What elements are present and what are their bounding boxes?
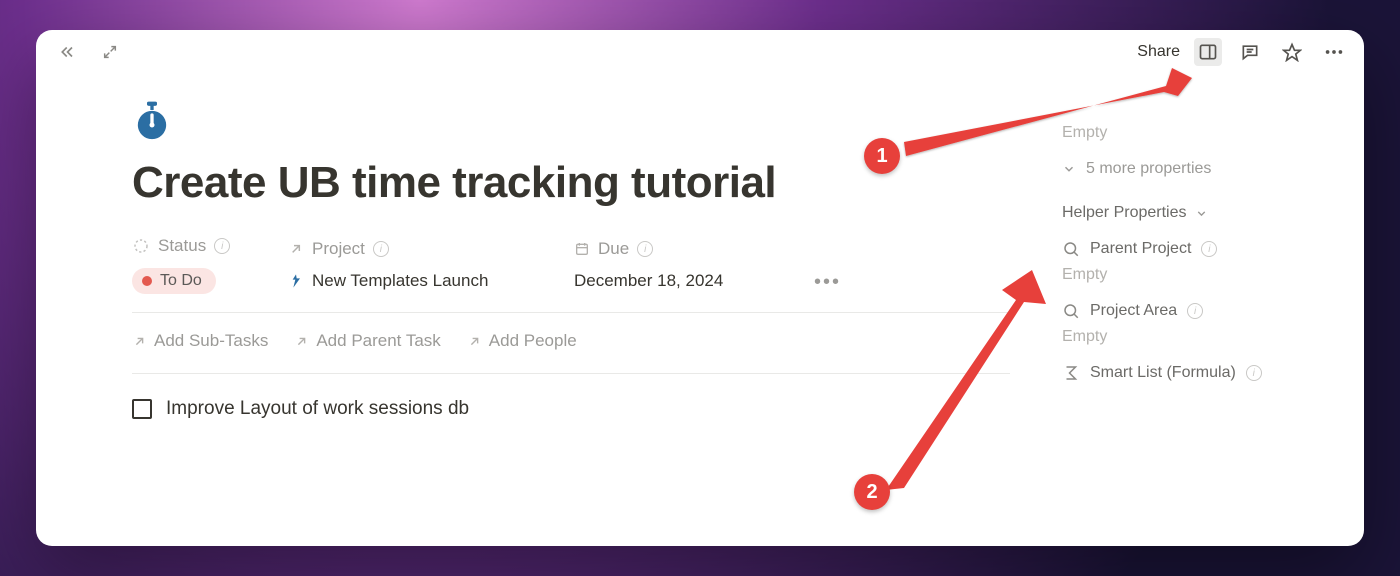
main-content: Create UB time tracking tutorial Status … bbox=[36, 74, 1062, 546]
info-icon: i bbox=[1187, 303, 1203, 319]
add-people[interactable]: Add People bbox=[467, 331, 577, 351]
info-icon: i bbox=[1201, 241, 1217, 257]
expand-diagonal-icon[interactable] bbox=[96, 38, 124, 66]
more-properties-toggle[interactable]: 5 more properties bbox=[1062, 160, 1338, 178]
project-value[interactable]: New Templates Launch bbox=[288, 271, 538, 291]
helper-properties-section[interactable]: Helper Properties bbox=[1062, 204, 1338, 222]
due-label: Due i bbox=[574, 239, 774, 259]
sidepanel-empty: Empty bbox=[1062, 124, 1338, 142]
project-area-value[interactable]: Empty bbox=[1062, 328, 1338, 346]
property-header-row: Status i To Do Project i bbox=[132, 236, 1010, 294]
annotation-badge-1: 1 bbox=[864, 138, 900, 174]
todo-item[interactable]: Improve Layout of work sessions db bbox=[132, 398, 1010, 420]
smart-list-property[interactable]: Smart List (Formula) i bbox=[1062, 364, 1338, 382]
todo-text[interactable]: Improve Layout of work sessions db bbox=[166, 398, 469, 420]
notion-page-window: Share bbox=[36, 30, 1364, 546]
properties-side-panel: Empty 5 more properties Helper Propertie… bbox=[1062, 74, 1364, 546]
due-value[interactable]: December 18, 2024 bbox=[574, 271, 774, 291]
project-area-property[interactable]: Project Area i bbox=[1062, 302, 1338, 320]
more-menu-icon[interactable] bbox=[1320, 38, 1348, 66]
favorite-star-icon[interactable] bbox=[1278, 38, 1306, 66]
info-icon: i bbox=[214, 238, 230, 254]
divider bbox=[132, 312, 1010, 313]
add-parent-task[interactable]: Add Parent Task bbox=[294, 331, 440, 351]
comments-icon[interactable] bbox=[1236, 38, 1264, 66]
divider bbox=[132, 373, 1010, 374]
collapse-icon[interactable] bbox=[52, 38, 80, 66]
status-dot-icon bbox=[142, 276, 152, 286]
info-icon: i bbox=[1246, 365, 1262, 381]
panel-toggle-icon[interactable] bbox=[1194, 38, 1222, 66]
topbar: Share bbox=[36, 30, 1364, 74]
annotation-badge-2: 2 bbox=[854, 474, 890, 510]
project-label: Project i bbox=[288, 239, 538, 259]
add-actions-row: Add Sub-Tasks Add Parent Task Add People bbox=[132, 331, 1010, 351]
status-label: Status i bbox=[132, 236, 252, 256]
checkbox-icon[interactable] bbox=[132, 399, 152, 419]
info-icon: i bbox=[373, 241, 389, 257]
status-value[interactable]: To Do bbox=[132, 268, 216, 294]
page-icon-stopwatch[interactable] bbox=[130, 98, 174, 142]
info-icon: i bbox=[637, 241, 653, 257]
parent-project-value[interactable]: Empty bbox=[1062, 266, 1338, 284]
property-more-icon[interactable]: ••• bbox=[810, 271, 845, 294]
parent-project-property[interactable]: Parent Project i bbox=[1062, 240, 1338, 258]
share-button[interactable]: Share bbox=[1137, 43, 1180, 61]
add-sub-tasks[interactable]: Add Sub-Tasks bbox=[132, 331, 268, 351]
